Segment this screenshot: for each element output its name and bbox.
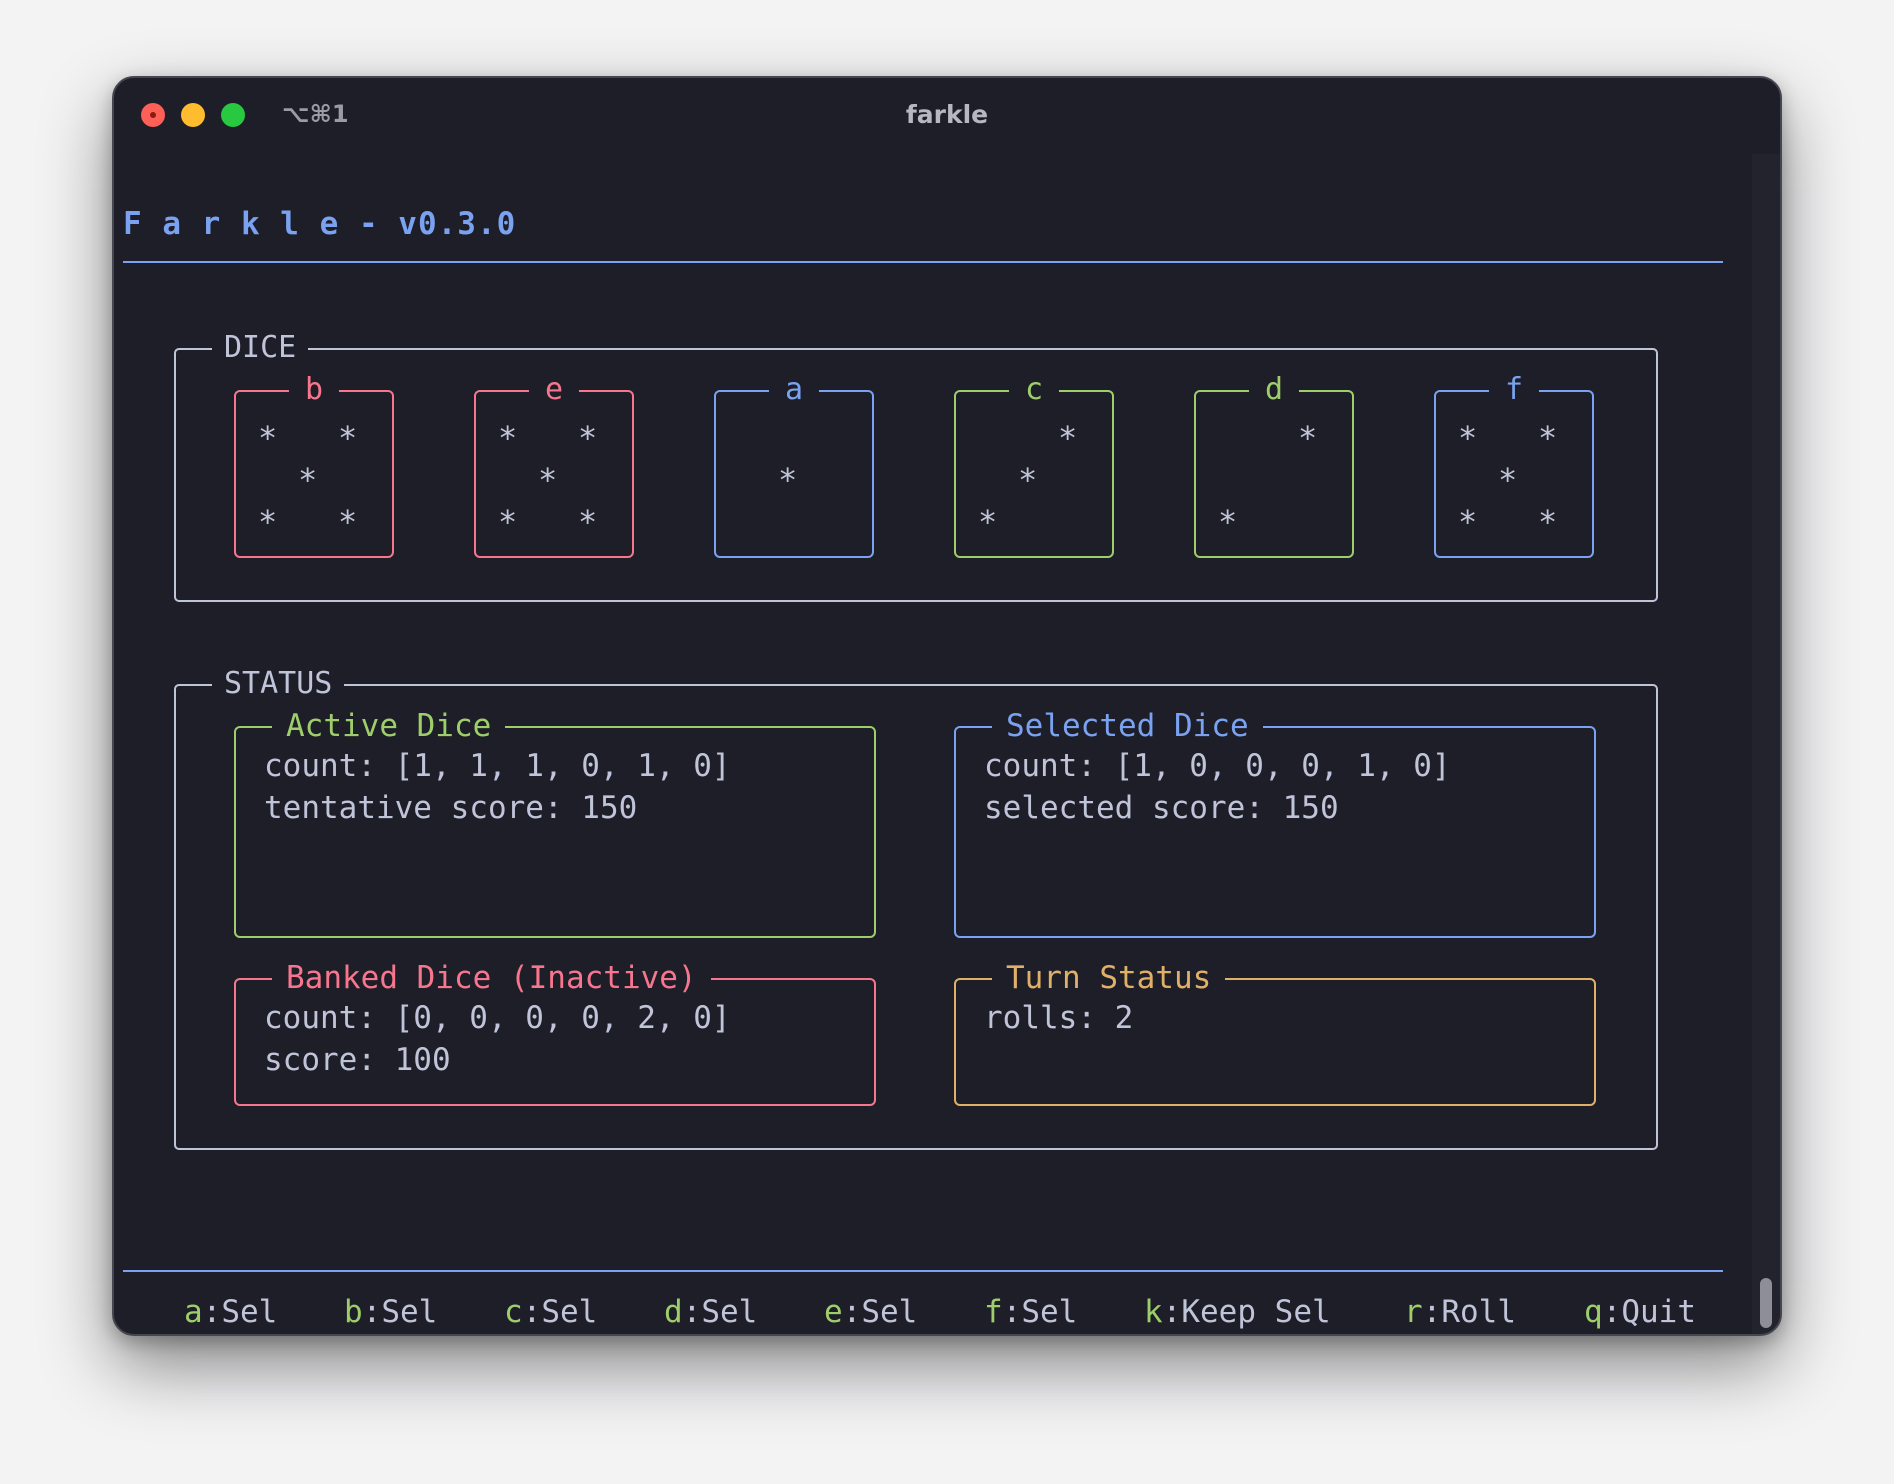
terminal-content: F a r k l e - v0.3.0 DICE b * * * * * e * * * * * a *… — [114, 78, 1780, 1334]
die-a[interactable]: a * — [714, 372, 874, 558]
die-label: e — [528, 372, 580, 408]
header-divider — [123, 261, 1723, 263]
selected-dice-title: Selected Dice — [992, 706, 1263, 746]
status-panel-title: STATUS — [212, 664, 345, 704]
die-pip: * — [258, 419, 278, 457]
keybinding-action: :Quit — [1602, 1294, 1696, 1330]
die-label: d — [1248, 372, 1300, 408]
keybinding-d[interactable]: d:Sel — [664, 1294, 757, 1330]
keybinding-c[interactable]: c:Sel — [504, 1294, 597, 1330]
die-pip: * — [778, 461, 798, 499]
keybinding-key: e — [824, 1294, 843, 1330]
die-label: a — [768, 372, 820, 408]
status-panel: STATUS Active Dice count: [1, 1, 1, 0, 1… — [174, 664, 1658, 1150]
selected-dice-count: count: [1, 0, 0, 0, 1, 0] — [984, 748, 1451, 784]
keybinding-key: f — [984, 1294, 1003, 1330]
die-pip: * — [578, 503, 598, 541]
die-label: f — [1488, 372, 1540, 408]
keybinding-a[interactable]: a:Sel — [184, 1294, 277, 1330]
die-pip: * — [1298, 419, 1318, 457]
keybinding-key: d — [664, 1294, 683, 1330]
die-pip: * — [338, 419, 358, 457]
active-dice-count: count: [1, 1, 1, 0, 1, 0] — [264, 748, 731, 784]
keybinding-key: c — [504, 1294, 523, 1330]
banked-dice-score: score: 100 — [264, 1042, 451, 1078]
die-pip: * — [498, 419, 518, 457]
die-pip: * — [1058, 419, 1078, 457]
die-pip: * — [538, 461, 558, 499]
die-e[interactable]: e * * * * * — [474, 372, 634, 558]
keybinding-action: :Sel — [522, 1294, 598, 1330]
selected-dice-box: Selected Dice count: [1, 0, 0, 0, 1, 0] … — [954, 706, 1596, 938]
die-pip: * — [1498, 461, 1518, 499]
die-pip: * — [498, 503, 518, 541]
die-d[interactable]: d * * — [1194, 372, 1354, 558]
keybinding-key: q — [1584, 1294, 1603, 1330]
dice-panel: DICE b * * * * * e * * * * * a * c * * * d * * f * * * * * — [174, 328, 1658, 602]
die-pip: * — [1458, 503, 1478, 541]
banked-dice-count: count: [0, 0, 0, 0, 2, 0] — [264, 1000, 731, 1036]
turn-status-box: Turn Status rolls: 2 — [954, 958, 1596, 1106]
die-pip: * — [338, 503, 358, 541]
die-c[interactable]: c * * * — [954, 372, 1114, 558]
keybinding-action: :Sel — [362, 1294, 438, 1330]
keybinding-b[interactable]: b:Sel — [344, 1294, 437, 1330]
active-dice-score: tentative score: 150 — [264, 790, 638, 826]
die-pip: * — [1458, 419, 1478, 457]
die-pip: * — [1538, 503, 1558, 541]
die-f[interactable]: f * * * * * — [1434, 372, 1594, 558]
keybinding-action: :Sel — [842, 1294, 918, 1330]
keybinding-q[interactable]: q:Quit — [1584, 1294, 1696, 1330]
banked-dice-box: Banked Dice (Inactive) count: [0, 0, 0, … — [234, 958, 876, 1106]
keybinding-f[interactable]: f:Sel — [984, 1294, 1077, 1330]
dice-panel-title: DICE — [212, 328, 309, 368]
turn-status-rolls: rolls: 2 — [984, 1000, 1134, 1036]
die-pip: * — [1018, 461, 1038, 499]
app-title: F a r k l e - v0.3.0 — [123, 206, 517, 242]
turn-status-title: Turn Status — [992, 958, 1226, 998]
active-dice-box: Active Dice count: [1, 1, 1, 0, 1, 0] te… — [234, 706, 876, 938]
keybinding-key: k — [1144, 1294, 1163, 1330]
keybinding-key: a — [184, 1294, 203, 1330]
die-pip: * — [978, 503, 998, 541]
keybinding-key: b — [344, 1294, 363, 1330]
keybinding-k[interactable]: k:Keep Sel — [1144, 1294, 1331, 1330]
die-label: c — [1008, 372, 1060, 408]
keybinding-r[interactable]: r:Roll — [1404, 1294, 1516, 1330]
keybinding-action: :Roll — [1422, 1294, 1516, 1330]
die-pip: * — [298, 461, 318, 499]
die-pip: * — [258, 503, 278, 541]
selected-dice-score: selected score: 150 — [984, 790, 1339, 826]
keybinding-key: r — [1404, 1294, 1423, 1330]
keybinding-action: :Sel — [1002, 1294, 1078, 1330]
keybinding-bar: a:Sel b:Sel c:Sel d:Sel e:Sel f:Sel k:Keep Sel… — [114, 1294, 1780, 1334]
banked-dice-title: Banked Dice (Inactive) — [272, 958, 711, 998]
keybinding-action: :Keep Sel — [1162, 1294, 1331, 1330]
keybinding-action: :Sel — [202, 1294, 278, 1330]
die-pip: * — [1538, 419, 1558, 457]
die-label: b — [288, 372, 340, 408]
die-pip: * — [1218, 503, 1238, 541]
terminal-window: ⌥⌘1 farkle F a r k l e - v0.3.0 DICE b * *… — [112, 76, 1782, 1336]
keybinding-e[interactable]: e:Sel — [824, 1294, 917, 1330]
die-pip: * — [578, 419, 598, 457]
die-b[interactable]: b * * * * * — [234, 372, 394, 558]
footer-divider — [123, 1270, 1723, 1272]
keybinding-action: :Sel — [682, 1294, 758, 1330]
active-dice-title: Active Dice — [272, 706, 506, 746]
